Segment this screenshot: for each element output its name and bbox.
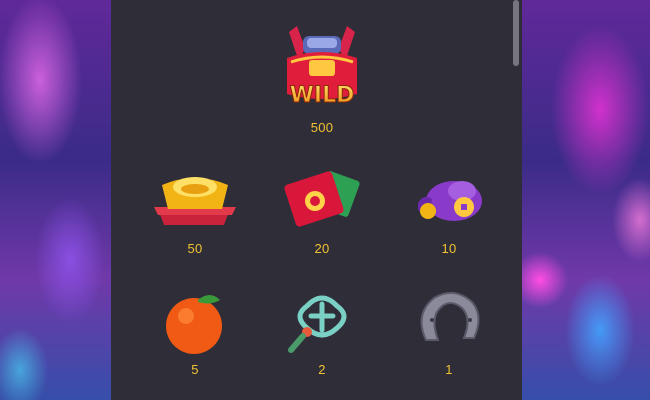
symbol-mandarin-orange: 5	[145, 286, 245, 377]
payout-coin-bag: 10	[441, 241, 457, 256]
payout-horseshoe: 1	[445, 362, 453, 377]
red-envelope-icon	[277, 165, 367, 235]
mandarin-orange-icon	[150, 286, 240, 356]
symbol-coin-bag: 10	[399, 165, 499, 256]
payout-wild: 500	[310, 120, 334, 135]
payout-red-envelope: 20	[314, 241, 330, 256]
horseshoe-icon	[404, 286, 494, 356]
symbol-wild: WILD 500	[272, 22, 372, 135]
wild-label: WILD	[290, 83, 355, 108]
chinese-knot-icon	[277, 286, 367, 356]
symbol-gold-ingot: 50	[145, 165, 245, 256]
gold-ingot-icon	[150, 165, 240, 235]
payout-orange: 5	[191, 362, 199, 377]
symbol-horseshoe: 1	[399, 286, 499, 377]
payout-chinese-knot: 2	[318, 362, 326, 377]
payout-gold-ingot: 50	[187, 241, 203, 256]
paytable-panel: WILD 500 50 20 10 5 2 1	[111, 0, 522, 400]
symbol-red-envelope: 20	[272, 165, 372, 256]
symbol-chinese-knot: 2	[272, 286, 372, 377]
wild-chariot-icon: WILD	[277, 22, 367, 114]
coin-bag-icon	[404, 165, 494, 235]
scrollbar[interactable]	[513, 0, 519, 66]
